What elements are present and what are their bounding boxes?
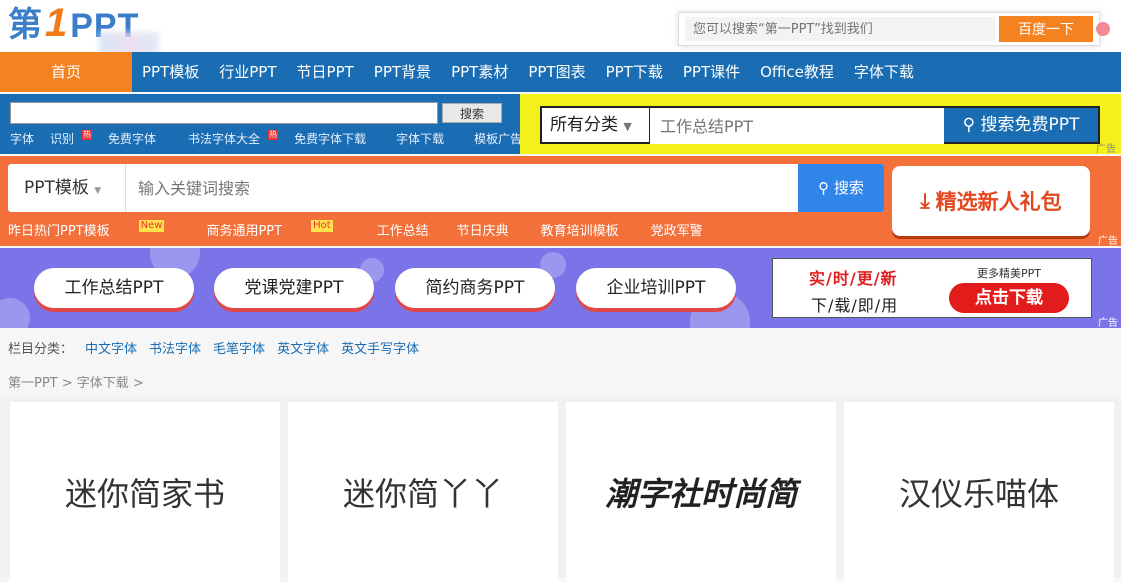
download-icon: ⤓: [920, 188, 930, 213]
decoration-dot: [1096, 22, 1110, 36]
category-link[interactable]: 英文手写字体: [341, 338, 419, 358]
ad-label: 广告: [1096, 144, 1116, 155]
ppt-template-search-ad: PPT模板 ▼ ⚲ 搜索 ⤓精选新人礼包 昨日热门PPT模板New 商务通用PP…: [0, 156, 1121, 247]
breadcrumb[interactable]: 第一PPT > 字体下载 >: [8, 372, 144, 391]
nav-item-ppt-charts[interactable]: PPT图表: [518, 52, 595, 92]
promo-subline: 下/载/即/用: [811, 296, 899, 315]
font-ad-links: 字体 识别热 免费字体 书法字体大全热 免费字体下载 字体下载 模板广告✕: [10, 130, 540, 148]
free-ppt-search-input[interactable]: [650, 108, 944, 144]
baidu-search-box: 百度一下: [678, 12, 1100, 46]
ppt-search-input[interactable]: [126, 164, 798, 212]
baidu-search-input[interactable]: [685, 17, 995, 41]
hot-link[interactable]: 节日庆典: [457, 220, 509, 240]
caret-down-icon: ▼: [623, 120, 632, 133]
site-header: 第1PPT 百度一下: [0, 0, 1121, 56]
nav-item-ppt-courseware[interactable]: PPT课件: [673, 52, 750, 92]
hot-badge: 热: [268, 130, 279, 140]
font-ad-link[interactable]: 识别热: [50, 130, 100, 148]
hot-link[interactable]: 工作总结: [377, 220, 429, 240]
category-label: 栏目分类：: [8, 342, 74, 357]
ppt-topic-ad: 工作总结PPT 党课党建PPT 简约商务PPT 企业培训PPT 实/时/更/新 …: [0, 248, 1121, 328]
hot-link[interactable]: 昨日热门PPT模板 New: [8, 220, 192, 240]
hot-badge: 热: [82, 130, 93, 140]
logo-prefix: 第: [8, 6, 43, 44]
ppt-type-select[interactable]: PPT模板 ▼: [8, 164, 126, 212]
free-ppt-search-button[interactable]: ⚲ 搜索免费PPT: [944, 108, 1098, 142]
promo-download-button[interactable]: 点击下载: [949, 283, 1069, 313]
font-card[interactable]: 迷你简家书: [10, 402, 280, 582]
font-ad-link[interactable]: 免费字体下载: [294, 130, 374, 148]
nav-item-office-tutorial[interactable]: Office教程: [750, 52, 844, 92]
new-user-gift-button[interactable]: ⤓ 精选新人礼包: [892, 166, 1090, 236]
promo-more-text: 更多精美PPT: [977, 267, 1041, 280]
font-ad-link[interactable]: 书法字体大全热: [188, 130, 286, 148]
category-link[interactable]: 中文字体: [85, 338, 137, 358]
topic-pill[interactable]: 企业培训PPT: [576, 268, 736, 308]
ppt-search-box: PPT模板 ▼ ⚲ 搜索: [8, 164, 884, 212]
font-card-grid: 迷你简家书 迷你简丫丫 潮字社时尚简 汉仪乐喵体: [0, 396, 1121, 582]
font-search-button[interactable]: 搜索: [442, 103, 502, 123]
nav-item-ppt-materials[interactable]: PPT素材: [441, 52, 518, 92]
font-card[interactable]: 汉仪乐喵体: [844, 402, 1114, 582]
category-link[interactable]: 书法字体: [149, 338, 201, 358]
font-card[interactable]: 迷你简丫丫: [288, 402, 558, 582]
logo-one: 1: [45, 1, 69, 45]
site-logo[interactable]: 第 1 PPT: [8, 1, 160, 56]
nav-item-ppt-templates[interactable]: PPT模板: [132, 52, 209, 92]
category-row: 栏目分类： 中文字体 书法字体 毛笔字体 英文字体 英文手写字体: [8, 338, 419, 358]
nav-item-holiday-ppt[interactable]: 节日PPT: [287, 52, 364, 92]
main-nav: 首页 PPT模板 行业PPT 节日PPT PPT背景 PPT素材 PPT图表 P…: [0, 52, 1121, 92]
hot-link[interactable]: 商务通用PPT Hot: [206, 220, 360, 240]
font-search-ad: 搜索 字体 识别热 免费字体 书法字体大全热 免费字体下载 字体下载 模板广告✕: [0, 94, 540, 154]
category-link[interactable]: 毛笔字体: [213, 338, 265, 358]
hot-link[interactable]: 党政军警: [651, 220, 703, 240]
font-card[interactable]: 潮字社时尚简: [566, 402, 836, 582]
promo-headline: 实/时/更/新: [809, 269, 898, 288]
free-ppt-search-ad: 所有分类 ▼ ⚲ 搜索免费PPT 广告: [520, 94, 1121, 155]
topic-pill[interactable]: 简约商务PPT: [395, 268, 555, 308]
font-search-input[interactable]: [10, 102, 438, 124]
search-icon: ⚲: [818, 179, 830, 197]
font-ad-link[interactable]: 字体: [10, 130, 42, 148]
category-select[interactable]: 所有分类 ▼: [542, 108, 650, 142]
hot-link[interactable]: 教育培训模板: [541, 220, 619, 240]
nav-item-industry-ppt[interactable]: 行业PPT: [209, 52, 286, 92]
decoration-bubble: [0, 298, 30, 328]
download-promo: 实/时/更/新 下/载/即/用 更多精美PPT 点击下载: [772, 258, 1092, 318]
caret-down-icon: ▼: [94, 186, 102, 196]
hot-links: 昨日热门PPT模板 New 商务通用PPT Hot 工作总结 节日庆典 教育培训模板…: [8, 220, 878, 240]
baidu-search-button[interactable]: 百度一下: [999, 16, 1093, 42]
nav-item-home[interactable]: 首页: [0, 52, 132, 92]
hot-badge: Hot: [311, 220, 333, 232]
free-ppt-search-box: 所有分类 ▼ ⚲ 搜索免费PPT: [540, 106, 1100, 144]
search-icon: ⚲: [962, 115, 976, 135]
category-link[interactable]: 英文字体: [277, 338, 329, 358]
nav-item-ppt-download[interactable]: PPT下载: [596, 52, 673, 92]
new-badge: New: [138, 220, 165, 232]
nav-item-font-download[interactable]: 字体下载: [844, 52, 924, 92]
ppt-search-button[interactable]: ⚲ 搜索: [798, 164, 884, 212]
nav-item-ppt-backgrounds[interactable]: PPT背景: [364, 52, 441, 92]
ad-label: 广告: [1098, 236, 1118, 247]
topic-pill[interactable]: 工作总结PPT: [34, 268, 194, 308]
ad-label: 广告: [1098, 318, 1118, 328]
font-ad-link[interactable]: 字体下载: [396, 130, 452, 148]
font-ad-link[interactable]: 免费字体: [108, 130, 164, 148]
topic-pill[interactable]: 党课党建PPT: [214, 268, 374, 308]
